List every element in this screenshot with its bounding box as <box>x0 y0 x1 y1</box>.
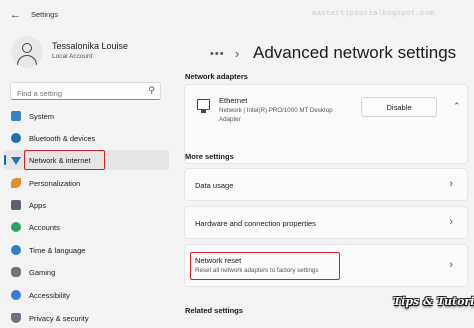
wifi-icon <box>11 157 21 165</box>
chevron-up-icon[interactable]: ⌃ <box>453 101 461 112</box>
brush-icon <box>11 178 21 188</box>
search-icon[interactable]: ⚲ <box>148 85 155 96</box>
main-content: ••• › Advanced network settings Network … <box>178 28 474 328</box>
sidebar-item-label: Gaming <box>29 268 56 277</box>
sidebar-item-gaming[interactable]: Gaming <box>4 262 169 282</box>
section-related-settings: Related settings <box>185 306 243 315</box>
sidebar-item-personalization[interactable]: Personalization <box>4 173 169 193</box>
user-name: Tessalonika Louise <box>52 41 129 51</box>
ethernet-icon <box>197 99 210 113</box>
card-title: Data usage <box>195 181 234 190</box>
sidebar-item-apps[interactable]: Apps <box>4 195 169 215</box>
sidebar-item-label: Privacy & security <box>29 314 89 323</box>
sidebar-item-label: Accessibility <box>29 291 70 300</box>
adapter-description: Network | Intel(R) PRO/1000 MT Desktop <box>219 107 333 114</box>
sidebar-item-accessibility[interactable]: Accessibility <box>4 285 169 305</box>
sidebar-item-accounts[interactable]: Accounts <box>4 217 169 237</box>
shield-icon <box>11 313 21 323</box>
section-more-settings: More settings <box>185 152 234 161</box>
apps-icon <box>11 200 21 210</box>
hardware-properties-card[interactable]: Hardware and connection properties › <box>184 206 468 239</box>
breadcrumb-overflow[interactable]: ••• <box>210 48 225 60</box>
adapter-name: Ethernet <box>219 96 248 105</box>
avatar[interactable] <box>11 36 43 68</box>
sidebar-item-label: Apps <box>29 201 47 210</box>
sidebar-item-label: Personalization <box>29 179 81 188</box>
watermark: mastertipsorialbogspot.com <box>312 10 435 18</box>
gamepad-icon <box>11 267 21 277</box>
sidebar-item-label: System <box>29 112 55 121</box>
globe-clock-icon <box>11 245 21 255</box>
account-type: Local Account <box>52 53 93 60</box>
page-title: Advanced network settings <box>253 43 457 62</box>
search-box[interactable]: ⚲ <box>10 82 161 102</box>
sidebar-item-privacy[interactable]: Privacy & security <box>4 308 169 328</box>
search-input[interactable] <box>11 85 136 102</box>
highlight-network-item <box>24 150 105 170</box>
breadcrumb-chevron-icon: › <box>235 46 240 61</box>
highlight-network-reset <box>190 252 340 280</box>
card-title: Hardware and connection properties <box>195 219 316 228</box>
sidebar-item-label: Time & language <box>29 246 86 255</box>
back-arrow-icon[interactable]: ← <box>10 9 21 21</box>
chevron-right-icon: › <box>449 178 453 190</box>
bluetooth-icon <box>11 133 21 143</box>
accessibility-icon <box>11 290 21 300</box>
monitor-icon <box>11 111 21 121</box>
sidebar-item-bluetooth[interactable]: Bluetooth & devices <box>4 128 169 148</box>
window-title: Settings <box>31 10 59 19</box>
disable-button[interactable]: Disable <box>361 97 437 117</box>
data-usage-card[interactable]: Data usage › <box>184 168 468 201</box>
tips-tutorial-logo: Tips & Tutorial <box>393 295 474 308</box>
adapter-description-2: Adapter <box>219 116 241 123</box>
sidebar-item-system[interactable]: System <box>4 106 169 126</box>
person-icon <box>11 222 21 232</box>
sidebar: Tessalonika Louise Local Account ⚲ Syste… <box>0 28 178 328</box>
sidebar-item-time-language[interactable]: Time & language <box>4 240 169 260</box>
chevron-right-icon: › <box>449 259 453 271</box>
sidebar-item-label: Bluetooth & devices <box>29 134 96 143</box>
section-network-adapters: Network adapters <box>185 72 248 81</box>
sidebar-item-label: Accounts <box>29 223 60 232</box>
title-bar: ← Settings mastertipsorialbogspot.com <box>0 0 474 28</box>
chevron-right-icon: › <box>449 216 453 228</box>
